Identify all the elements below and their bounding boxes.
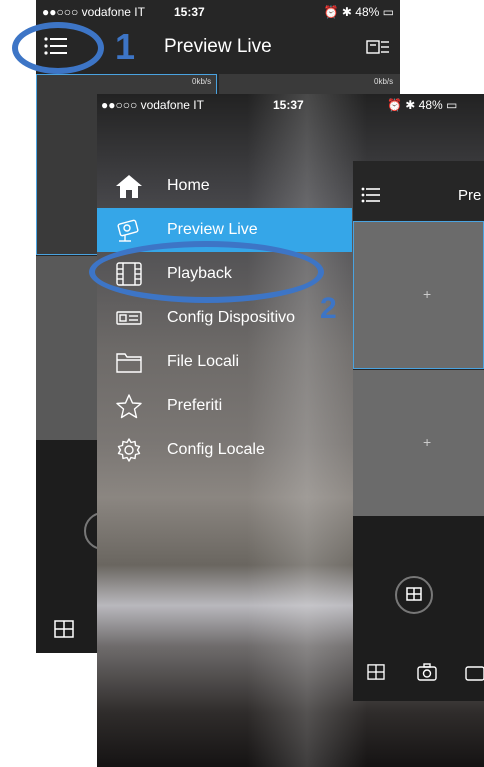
- home-icon: [115, 173, 143, 199]
- status-bar: ●●○○○ vodafone IT 15:37 ⏰ ✱ 48% ▭: [97, 94, 484, 116]
- camera-icon: [115, 217, 143, 243]
- grid-icon[interactable]: [54, 620, 74, 638]
- time-label: 15:37: [273, 98, 304, 112]
- sidebar-item-label: Preferiti: [167, 397, 223, 414]
- add-icon[interactable]: +: [423, 434, 431, 450]
- folder-icon: [115, 349, 143, 375]
- video-tile-1[interactable]: [353, 221, 484, 369]
- device-icon: [115, 305, 143, 331]
- carrier-label: ●●○○○ vodafone IT: [42, 5, 145, 19]
- sidebar-item-config-locale[interactable]: Config Locale: [97, 428, 352, 472]
- annotation-circle-2: [89, 241, 324, 303]
- grid-icon[interactable]: [367, 664, 385, 680]
- page-title: Preview Live: [164, 36, 272, 57]
- sidebar-item-file-locali[interactable]: File Locali: [97, 340, 352, 384]
- battery-label: ⏰ ✱ 48% ▭: [323, 5, 394, 19]
- sidebar-item-home[interactable]: Home: [97, 164, 352, 208]
- bitrate-label: 0kb/s: [374, 77, 394, 86]
- gear-icon: [115, 437, 143, 463]
- front-screenshot: ●●○○○ vodafone IT 15:37 ⏰ ✱ 48% ▭ Pre + …: [97, 94, 484, 767]
- menu-icon[interactable]: [361, 187, 381, 203]
- annotation-circle-1: [12, 22, 104, 74]
- record-icon[interactable]: [465, 663, 484, 681]
- carrier-label: ●●○○○ vodafone IT: [101, 98, 204, 112]
- battery-percent: 48%: [418, 98, 443, 112]
- page-title: Pre: [458, 187, 482, 204]
- control-bar: [353, 516, 484, 701]
- video-tile-2[interactable]: [353, 370, 484, 516]
- sidebar-item-label: Config Locale: [167, 441, 265, 458]
- annotation-step-2: 2: [320, 292, 337, 325]
- bitrate-label: 0kb/s: [192, 77, 212, 86]
- star-icon: [115, 393, 143, 419]
- sidebar-item-label: Preview Live: [167, 221, 258, 238]
- battery-label: ⏰ ✱ 48% ▭: [387, 98, 458, 112]
- layout-button[interactable]: [395, 576, 433, 614]
- battery-percent: 48%: [355, 5, 380, 19]
- sidebar-item-label: File Locali: [167, 353, 240, 370]
- sidebar-item-preferiti[interactable]: Preferiti: [97, 384, 352, 428]
- camera-list-icon[interactable]: [366, 38, 390, 56]
- sidebar-item-label: Home: [167, 177, 210, 194]
- time-label: 15:37: [174, 5, 205, 19]
- snapshot-icon[interactable]: [417, 663, 437, 681]
- add-icon[interactable]: +: [423, 286, 431, 302]
- inner-preview-panel: Pre + +: [353, 161, 484, 701]
- sidebar-item-label: Config Dispositivo: [167, 309, 296, 326]
- status-bar: ●●○○○ vodafone IT 15:37 ⏰ ✱ 48% ▭: [36, 0, 400, 22]
- annotation-step-1: 1: [115, 26, 136, 67]
